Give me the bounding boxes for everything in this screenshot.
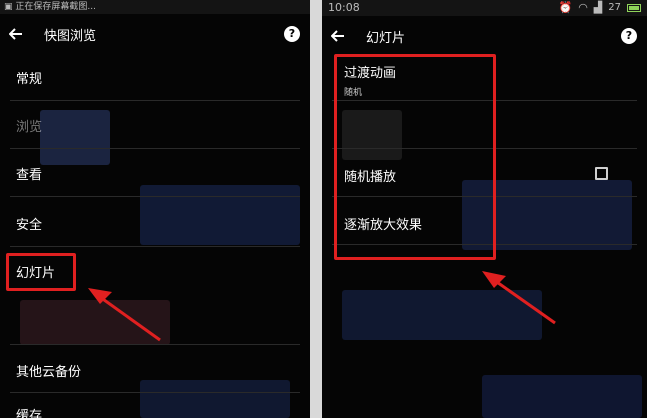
- right-screen: 10:08 ⏰ ◠ ▟ 27 幻灯片 ? 过渡动画 随机 随机播放 逐渐放大效果: [322, 0, 647, 418]
- arrow-annotation-icon: [88, 288, 161, 342]
- left-screen: ▣ 正在保存屏幕截图... 快图浏览 ? 常规 浏览 查看 安全 幻灯片 其他云…: [0, 0, 310, 418]
- arrow-annotation-icon: [482, 271, 556, 325]
- panel-separator: [310, 0, 322, 418]
